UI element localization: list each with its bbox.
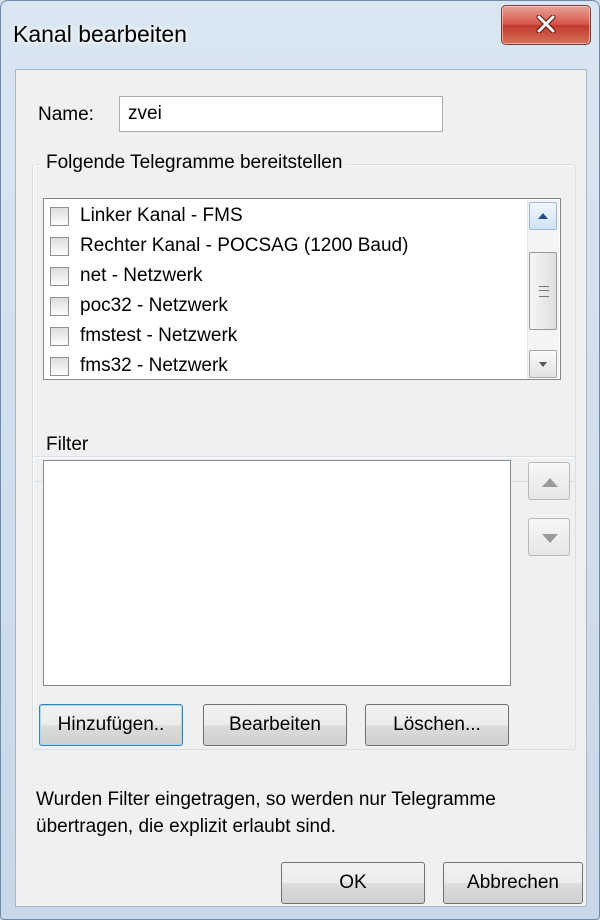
move-down-button[interactable] xyxy=(528,518,570,556)
dialog-window: Kanal bearbeiten Name: zvei Folgende Tel… xyxy=(0,0,600,920)
ok-button[interactable]: OK xyxy=(281,862,425,904)
list-item-label: poc32 - Netzwerk xyxy=(80,295,228,316)
title-bar[interactable]: Kanal bearbeiten xyxy=(1,1,599,69)
filter-group-title: Filter xyxy=(42,434,93,456)
dialog-client-area: Name: zvei Folgende Telegramme bereitste… xyxy=(15,69,587,907)
arrow-up-icon xyxy=(542,478,558,487)
arrow-down-icon xyxy=(542,534,558,543)
scroll-thumb[interactable] xyxy=(529,252,557,330)
list-item[interactable]: net - Netzwerk xyxy=(50,263,530,291)
scroll-up-arrow-icon xyxy=(538,213,548,219)
telegram-checkbox[interactable] xyxy=(50,297,69,316)
telegram-checkbox[interactable] xyxy=(50,267,69,286)
move-up-button[interactable] xyxy=(528,462,570,500)
list-item[interactable]: poc32 - Netzwerk xyxy=(50,293,530,321)
scroll-down-arrow-icon xyxy=(539,362,547,367)
name-input[interactable]: zvei xyxy=(119,96,443,132)
list-item-label: fms32 - Netzwerk xyxy=(80,355,228,376)
window-title: Kanal bearbeiten xyxy=(13,21,187,47)
telegrams-group-title: Folgende Telegramme bereitstellen xyxy=(42,152,347,174)
edit-filter-button[interactable]: Bearbeiten xyxy=(203,704,347,746)
list-item-label: net - Netzwerk xyxy=(80,265,203,286)
filter-list[interactable] xyxy=(43,460,511,686)
cancel-button[interactable]: Abbrechen xyxy=(443,862,583,904)
list-item-label: Rechter Kanal - POCSAG (1200 Baud) xyxy=(80,235,409,256)
list-item-label: fmstest - Netzwerk xyxy=(80,325,238,346)
telegram-checkbox[interactable] xyxy=(50,237,69,256)
list-item[interactable]: fmstest - Netzwerk xyxy=(50,323,530,351)
list-item[interactable]: Rechter Kanal - POCSAG (1200 Baud) xyxy=(50,233,530,261)
list-item[interactable]: Linker Kanal - FMS xyxy=(50,203,530,231)
telegram-checkbox[interactable] xyxy=(50,357,69,376)
list-item[interactable]: fms32 - Netzwerk xyxy=(50,353,530,381)
list-item-label: Linker Kanal - FMS xyxy=(80,205,243,226)
close-button[interactable] xyxy=(501,5,591,45)
delete-filter-button[interactable]: Löschen... xyxy=(365,704,509,746)
name-label: Name: xyxy=(38,104,94,125)
scroll-down-button[interactable] xyxy=(529,350,557,378)
add-filter-button[interactable]: Hinzufügen.. xyxy=(39,704,183,746)
telegrams-scrollbar[interactable] xyxy=(527,200,559,378)
scroll-up-button[interactable] xyxy=(529,202,557,230)
close-icon xyxy=(536,15,556,33)
telegram-checkbox[interactable] xyxy=(50,207,69,226)
telegram-checkbox[interactable] xyxy=(50,327,69,346)
telegrams-list[interactable]: Linker Kanal - FMS Rechter Kanal - POCSA… xyxy=(43,198,561,380)
hint-text: Wurden Filter eingetragen, so werden nur… xyxy=(36,789,496,837)
grip-icon xyxy=(539,286,549,297)
